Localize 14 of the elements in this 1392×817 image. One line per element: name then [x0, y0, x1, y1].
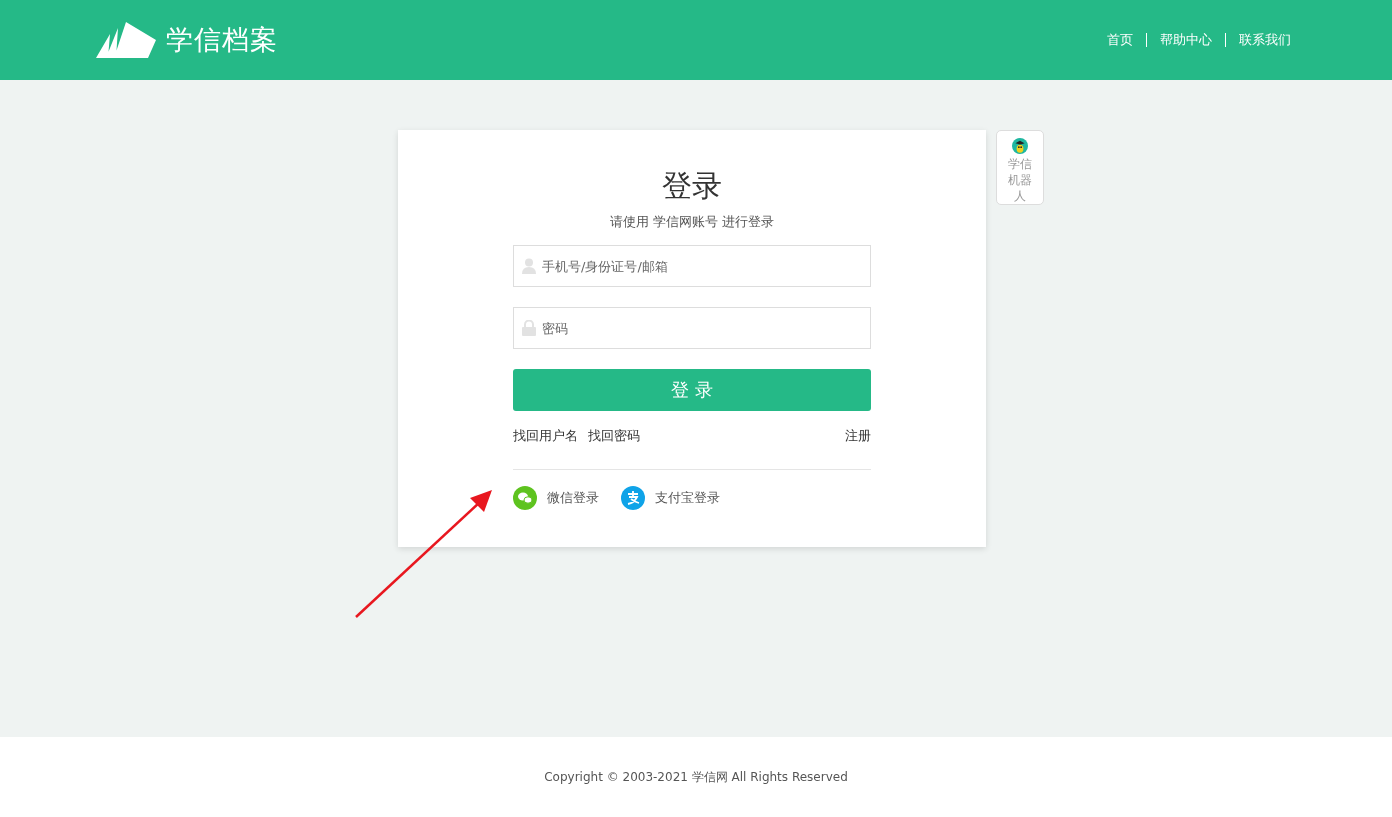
password-field[interactable]: 密码	[513, 307, 871, 349]
copyright-text: Copyright © 2003-2021 学信网 All Rights Reserved	[544, 768, 848, 786]
chat-bubbles-icon	[513, 486, 537, 510]
social-login-link[interactable]: 微信登录	[513, 486, 599, 510]
username-field[interactable]: 手机号/身份证号/邮箱	[513, 245, 871, 287]
recover-link[interactable]: 找回密码	[588, 427, 640, 445]
recover-link[interactable]: 找回用户名	[513, 427, 578, 445]
logo-text: 学信档案	[166, 23, 278, 57]
login-title: 登录	[662, 167, 722, 205]
register-link[interactable]: 注册	[845, 427, 871, 445]
social-login-link[interactable]: 支付宝登录	[621, 486, 720, 510]
login-subtitle: 请使用 学信网账号 进行登录	[609, 213, 775, 231]
logo-icon	[96, 22, 156, 58]
alipay-icon	[621, 486, 645, 510]
